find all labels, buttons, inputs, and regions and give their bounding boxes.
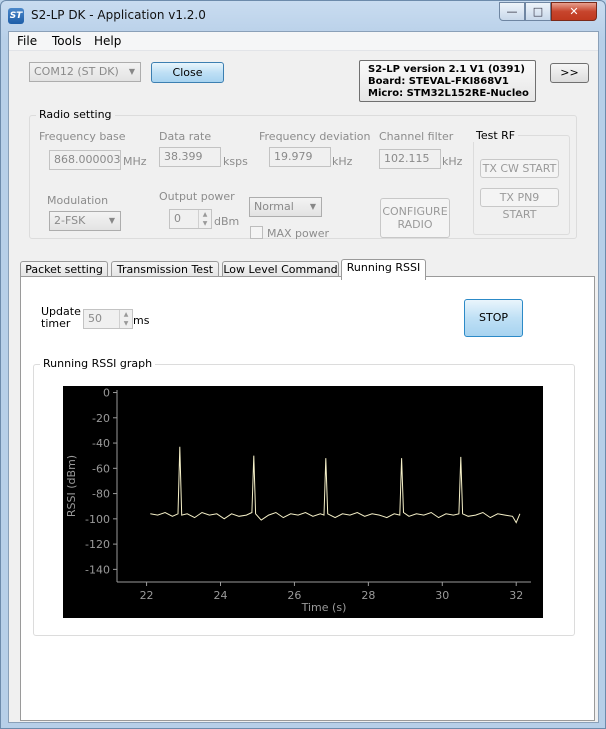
power-mode-select[interactable]: Normal ▼ bbox=[249, 197, 322, 217]
title-bar[interactable]: ST S2-LP DK - Application v1.2.0 — □ ✕ bbox=[1, 1, 605, 31]
output-power-label: Output power bbox=[159, 190, 235, 203]
frequency-deviation-label: Frequency deviation bbox=[259, 130, 371, 143]
update-timer-label: Update timer bbox=[41, 305, 81, 330]
y-tick-label: 0 bbox=[103, 387, 110, 400]
x-tick-label: 28 bbox=[361, 589, 375, 602]
data-rate-label: Data rate bbox=[159, 130, 212, 143]
device-board: Board: STEVAL-FKI868V1 bbox=[368, 76, 509, 87]
maximize-button[interactable]: □ bbox=[525, 2, 551, 21]
tx-pn9-start-button[interactable]: TX PN9 START bbox=[480, 188, 559, 221]
frequency-deviation-unit: kHz bbox=[332, 155, 353, 168]
frequency-deviation-field[interactable]: 19.979 bbox=[269, 147, 331, 167]
x-axis-label: Time (s) bbox=[301, 601, 347, 614]
channel-filter-unit: kHz bbox=[442, 155, 463, 168]
device-info-panel: S2-LP version 2.1 V1 (0391) Board: STEVA… bbox=[359, 60, 536, 102]
channel-filter-label: Channel filter bbox=[379, 130, 454, 143]
frequency-base-label: Frequency base bbox=[39, 130, 126, 143]
y-tick-label: -100 bbox=[85, 513, 110, 526]
chevron-down-icon: ▼ bbox=[309, 202, 316, 211]
com-port-value: COM12 (ST DK) bbox=[34, 65, 119, 78]
frequency-base-field[interactable]: 868.000003 bbox=[49, 150, 121, 170]
chevron-down-icon: ▼ bbox=[108, 216, 115, 225]
update-timer-unit: ms bbox=[133, 314, 150, 327]
minimize-button[interactable]: — bbox=[499, 2, 525, 21]
st-logo-icon: ST bbox=[8, 8, 24, 24]
running-rssi-panel: Update timer 50 ▲ ▼ ms STOP Running RSSI… bbox=[20, 276, 595, 721]
device-micro: Micro: STM32L152RE-Nucleo bbox=[368, 88, 529, 99]
close-window-button[interactable]: ✕ bbox=[551, 2, 597, 21]
x-tick-label: 30 bbox=[435, 589, 449, 602]
rssi-chart-svg: 0 -20 -40 -60 -80 -100 -120 -140 22 24 26 28 30 32 Tim… bbox=[65, 387, 531, 614]
output-power-unit: dBm bbox=[214, 215, 240, 228]
y-tick-label: -60 bbox=[92, 462, 110, 475]
y-axis-label: RSSI (dBm) bbox=[65, 455, 78, 517]
y-tick-label: -80 bbox=[92, 488, 110, 501]
spin-down-icon[interactable]: ▼ bbox=[199, 219, 211, 228]
update-timer-value: 50 bbox=[88, 312, 102, 325]
spin-up-icon[interactable]: ▲ bbox=[199, 210, 211, 219]
y-tick-label: -20 bbox=[92, 412, 110, 425]
spin-up-icon[interactable]: ▲ bbox=[120, 310, 132, 319]
data-rate-field[interactable]: 38.399 bbox=[159, 147, 221, 167]
menu-bar: File Tools Help bbox=[9, 32, 598, 51]
x-tick-label: 24 bbox=[214, 589, 228, 602]
modulation-select[interactable]: 2-FSK ▼ bbox=[49, 211, 121, 231]
window-title: S2-LP DK - Application v1.2.0 bbox=[31, 8, 206, 22]
x-tick-label: 22 bbox=[140, 589, 154, 602]
rssi-series-line bbox=[150, 446, 521, 524]
spin-down-icon[interactable]: ▼ bbox=[120, 319, 132, 328]
chevron-down-icon: ▼ bbox=[128, 67, 135, 76]
y-tick-label: -40 bbox=[92, 437, 110, 450]
data-rate-unit: ksps bbox=[223, 155, 248, 168]
update-timer-spinner[interactable]: 50 ▲ ▼ bbox=[83, 309, 133, 329]
channel-filter-field[interactable]: 102.115 bbox=[379, 149, 441, 169]
device-version: S2-LP version 2.1 V1 (0391) bbox=[368, 64, 525, 75]
tx-cw-start-button[interactable]: TX CW START bbox=[480, 159, 559, 178]
close-port-button[interactable]: Close bbox=[151, 62, 224, 83]
power-mode-value: Normal bbox=[254, 200, 294, 213]
configure-radio-button[interactable]: CONFIGURE RADIO bbox=[380, 198, 450, 238]
max-power-label: MAX power bbox=[267, 227, 330, 240]
max-power-checkbox[interactable] bbox=[250, 226, 263, 239]
test-rf-title: Test RF bbox=[473, 129, 519, 142]
y-tick-label: -140 bbox=[85, 563, 110, 576]
x-tick-label: 32 bbox=[509, 589, 523, 602]
tab-running-rssi[interactable]: Running RSSI bbox=[341, 259, 426, 280]
app-window: ST S2-LP DK - Application v1.2.0 — □ ✕ F… bbox=[0, 0, 606, 729]
output-power-spinner[interactable]: 0 ▲ ▼ bbox=[169, 209, 212, 229]
modulation-value: 2-FSK bbox=[54, 214, 86, 227]
menu-file[interactable]: File bbox=[17, 34, 37, 48]
frequency-base-unit: MHz bbox=[123, 155, 147, 168]
menu-tools[interactable]: Tools bbox=[52, 34, 82, 48]
stop-button[interactable]: STOP bbox=[464, 299, 523, 337]
output-power-value: 0 bbox=[174, 212, 181, 225]
rssi-chart: 0 -20 -40 -60 -80 -100 -120 -140 22 24 26 28 30 32 Tim… bbox=[63, 386, 543, 618]
x-tick-label: 26 bbox=[287, 589, 301, 602]
menu-help[interactable]: Help bbox=[94, 34, 121, 48]
y-tick-label: -120 bbox=[85, 538, 110, 551]
rssi-graph-title: Running RSSI graph bbox=[40, 357, 156, 370]
expand-button[interactable]: >> bbox=[550, 63, 589, 83]
com-port-select[interactable]: COM12 (ST DK) ▼ bbox=[29, 62, 141, 82]
modulation-label: Modulation bbox=[47, 194, 109, 207]
client-area: File Tools Help COM12 (ST DK) ▼ Close S2… bbox=[8, 31, 599, 723]
radio-setting-title: Radio setting bbox=[36, 108, 115, 121]
